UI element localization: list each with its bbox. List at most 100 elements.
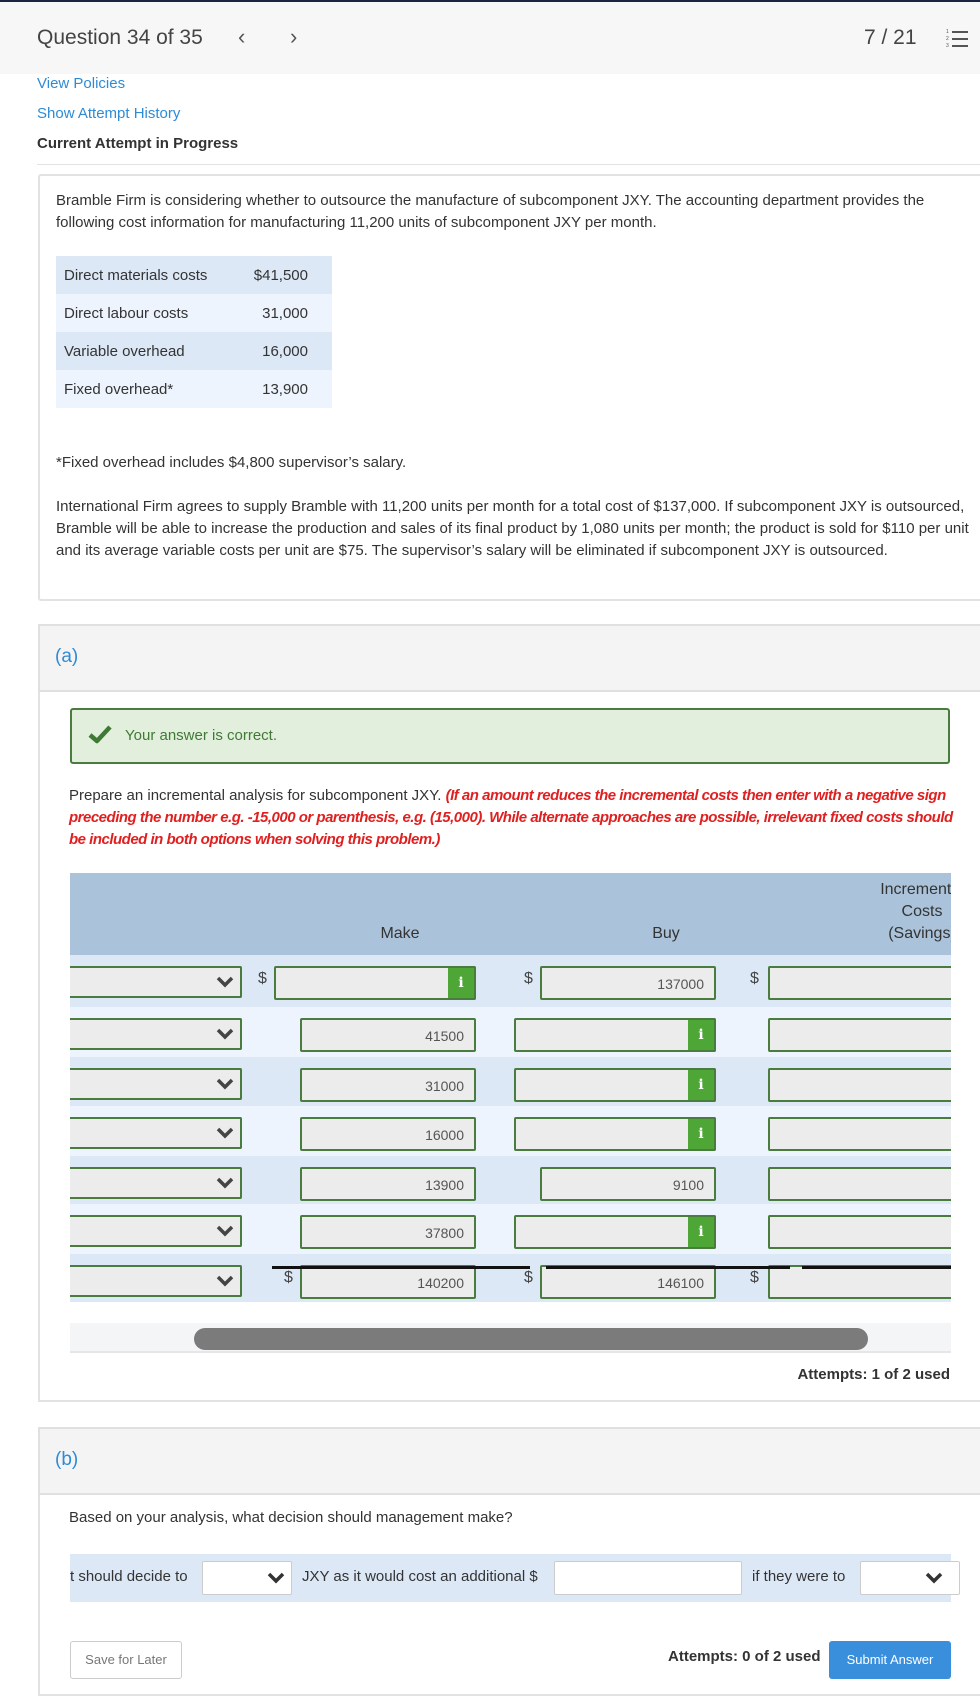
- chevron-down-icon: [216, 1078, 234, 1090]
- buy-input[interactable]: [514, 1018, 690, 1052]
- currency-symbol: $: [750, 970, 759, 987]
- row-item-select[interactable]: [70, 1215, 242, 1247]
- info-icon[interactable]: i: [688, 1018, 716, 1052]
- part-b-question: Based on your analysis, what decision sh…: [69, 1509, 513, 1526]
- table-row: 37800 i: [70, 1204, 951, 1256]
- row-item-select[interactable]: [70, 1117, 242, 1149]
- incremental-analysis-table: Make Buy Incremental Costs (Savings) $i$…: [70, 873, 951, 1353]
- chevron-left-icon[interactable]: ‹: [238, 24, 245, 50]
- sentence-part-1: t should decide to: [70, 1568, 188, 1585]
- cost-value: 13,900: [235, 370, 332, 408]
- sentence-part-3: if they were to: [752, 1568, 846, 1585]
- submit-answer-button[interactable]: Submit Answer: [829, 1641, 951, 1679]
- row-item-select[interactable]: [70, 1167, 242, 1199]
- cost-table: Direct materials costs $41,500 Direct la…: [56, 256, 332, 408]
- column-buy: Buy: [652, 925, 680, 942]
- column-incremental-line3: (Savings): [888, 925, 951, 942]
- buy-input[interactable]: 146100: [540, 1265, 716, 1299]
- chevron-down-icon: [216, 1028, 234, 1040]
- column-make: Make: [380, 925, 420, 942]
- part-a-label: (a): [55, 646, 79, 667]
- table-row: $ i $137000 $: [70, 955, 951, 1007]
- make-input[interactable]: 13900: [300, 1167, 476, 1201]
- table-row: $140200 $146100 $: [70, 1254, 951, 1302]
- part-b-label: (b): [55, 1449, 79, 1470]
- chevron-down-icon: [925, 1572, 943, 1584]
- alternative-select[interactable]: [860, 1561, 960, 1595]
- save-for-later-button[interactable]: Save for Later: [70, 1641, 182, 1679]
- table-row: 31000 i: [70, 1057, 951, 1109]
- view-policies-link[interactable]: View Policies: [37, 75, 125, 92]
- feedback-text: Your answer is correct.: [125, 727, 278, 744]
- buy-input[interactable]: [514, 1068, 690, 1102]
- currency-symbol: $: [258, 970, 267, 987]
- make-input[interactable]: 37800: [300, 1215, 476, 1249]
- make-input[interactable]: 140200: [300, 1265, 476, 1299]
- make-input[interactable]: 31000: [300, 1068, 476, 1102]
- problem-details: International Firm agrees to supply Bram…: [56, 498, 969, 559]
- question-header: Question 34 of 35 ‹ › 7 / 21 1 2 3: [0, 2, 980, 74]
- divider: [37, 164, 980, 165]
- numbered-list-icon[interactable]: 1 2 3: [946, 29, 968, 49]
- scrollbar-thumb[interactable]: [194, 1328, 868, 1350]
- cost-label: Direct materials costs: [56, 256, 236, 294]
- cost-row: Direct labour costs 31,000: [56, 294, 332, 332]
- question-progress: 7 / 21: [864, 26, 917, 49]
- chevron-down-icon: [216, 1275, 234, 1287]
- horizontal-scrollbar[interactable]: [70, 1323, 951, 1353]
- cost-value: 31,000: [235, 294, 332, 332]
- incremental-input[interactable]: [768, 1167, 951, 1201]
- incremental-input[interactable]: [768, 1265, 951, 1299]
- make-input[interactable]: [274, 966, 450, 1000]
- decision-select[interactable]: [202, 1561, 292, 1595]
- row-item-select[interactable]: [70, 1018, 242, 1050]
- row-item-select[interactable]: [70, 966, 242, 998]
- cost-row: Direct materials costs $41,500: [56, 256, 332, 294]
- cost-label: Variable overhead: [56, 332, 236, 370]
- chevron-down-icon: [216, 1177, 234, 1189]
- currency-symbol: $: [750, 1269, 759, 1286]
- buy-input[interactable]: 9100: [540, 1167, 716, 1201]
- cost-row: Fixed overhead* 13,900: [56, 370, 332, 408]
- sum-underline-make: [272, 1266, 530, 1269]
- buy-input[interactable]: [514, 1117, 690, 1151]
- cost-label: Fixed overhead*: [56, 370, 236, 408]
- part-a-header: (a): [38, 624, 980, 692]
- currency-symbol: $: [284, 1269, 293, 1286]
- info-icon[interactable]: i: [688, 1117, 716, 1151]
- incremental-input[interactable]: [768, 1117, 951, 1151]
- part-b-header: (b): [38, 1427, 980, 1495]
- footnote: *Fixed overhead includes $4,800 supervis…: [56, 454, 407, 471]
- info-icon[interactable]: i: [688, 1215, 716, 1249]
- buy-input[interactable]: [514, 1215, 690, 1249]
- chevron-right-icon[interactable]: ›: [290, 24, 297, 50]
- row-item-select[interactable]: [70, 1068, 242, 1100]
- currency-symbol: $: [524, 970, 533, 987]
- info-icon[interactable]: i: [688, 1068, 716, 1102]
- instructions: Prepare an incremental analysis for subc…: [69, 785, 954, 851]
- instruction-text: Prepare an incremental analysis for subc…: [69, 787, 442, 804]
- buy-input[interactable]: 137000: [540, 966, 716, 1000]
- attempt-status: Current Attempt in Progress: [37, 135, 239, 152]
- info-icon[interactable]: i: [448, 966, 476, 1000]
- cost-value: $41,500: [235, 256, 332, 294]
- chevron-down-icon: [267, 1572, 285, 1584]
- row-item-select[interactable]: [70, 1265, 242, 1297]
- additional-cost-input[interactable]: [554, 1561, 742, 1595]
- feedback-banner: Your answer is correct.: [70, 708, 950, 764]
- cost-value: 16,000: [235, 332, 332, 370]
- incremental-input[interactable]: [768, 1215, 951, 1249]
- checkmark-icon: [88, 725, 112, 744]
- question-title: Question 34 of 35: [37, 26, 203, 49]
- table-row: 41500 i: [70, 1007, 951, 1059]
- incremental-input[interactable]: [768, 1068, 951, 1102]
- table-row: 13900 9100: [70, 1156, 951, 1208]
- make-input[interactable]: 16000: [300, 1117, 476, 1151]
- column-incremental-line1: Incremental: [880, 881, 951, 898]
- attempts-counter-b: Attempts: 0 of 2 used: [668, 1648, 821, 1665]
- sum-underline-incremental: [802, 1266, 951, 1269]
- incremental-input[interactable]: [768, 966, 951, 1000]
- show-attempt-history-link[interactable]: Show Attempt History: [37, 105, 180, 122]
- incremental-input[interactable]: [768, 1018, 951, 1052]
- make-input[interactable]: 41500: [300, 1018, 476, 1052]
